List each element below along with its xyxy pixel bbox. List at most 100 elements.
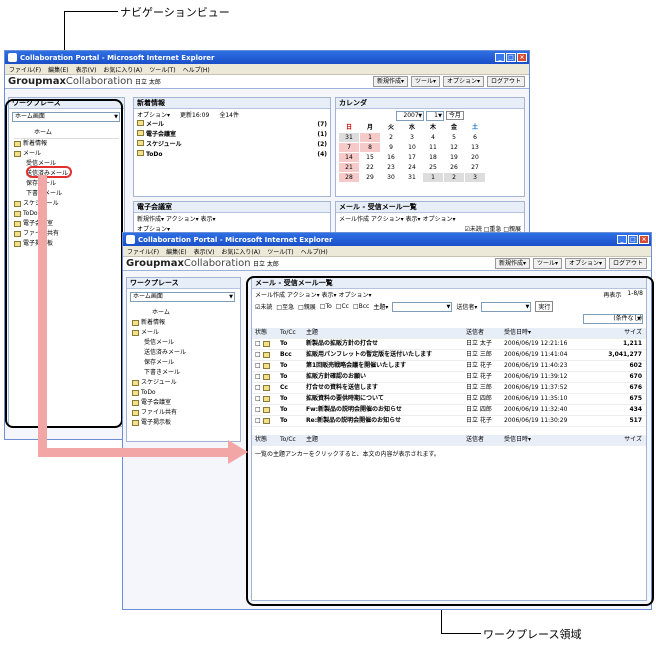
close-button[interactable]: × (639, 235, 649, 244)
calendar-day[interactable]: 19 (443, 151, 465, 163)
mail-mini-toolbar[interactable]: メール作成 アクション▾ 表示▾ オプション▾ (336, 213, 524, 224)
nav-conference[interactable]: 電子会議室 (132, 398, 235, 408)
calendar-day[interactable]: 23 (380, 161, 402, 173)
home-select[interactable]: ホーム画面 (130, 292, 235, 302)
year-select[interactable]: 2007 (396, 111, 425, 121)
this-month-button[interactable]: 今月 (445, 111, 464, 120)
menu-view[interactable]: 表示(V) (76, 65, 97, 74)
news-item[interactable]: メール (7) (137, 120, 327, 130)
calendar-day[interactable]: 2 (380, 131, 402, 143)
menu-tools[interactable]: ツール(T) (149, 65, 175, 74)
month-select[interactable]: 1 (425, 111, 444, 121)
news-icon (132, 319, 139, 326)
logo: GroupmaxCollaboration (126, 258, 251, 269)
menu-favorites[interactable]: お気に入り(A) (221, 247, 260, 256)
nav-sent[interactable]: 送信済みメール (132, 348, 235, 358)
option-button[interactable]: オプション▾ (564, 258, 606, 269)
calendar-day[interactable]: 3 (464, 171, 486, 183)
minimize-button[interactable]: _ (495, 53, 505, 62)
calendar-day[interactable]: 25 (422, 161, 444, 173)
calendar-day[interactable]: 11 (422, 141, 444, 153)
calendar-day[interactable]: 4 (422, 131, 444, 143)
logo: GroupmaxCollaboration (8, 76, 133, 87)
calendar-day[interactable]: 29 (359, 171, 381, 183)
nav-schedule[interactable]: スケジュール (132, 378, 235, 388)
nav-draft[interactable]: 下書きメール (132, 368, 235, 378)
calendar-day[interactable]: 9 (380, 141, 402, 153)
weekday-header: 月 (366, 124, 373, 132)
option-button[interactable]: オプション▾ (442, 76, 484, 87)
menu-edit[interactable]: 編集(E) (48, 65, 68, 74)
calendar-day[interactable]: 1 (359, 131, 381, 143)
calendar-day[interactable]: 14 (338, 151, 360, 163)
menu-edit[interactable]: 編集(E) (166, 247, 186, 256)
menu-favorites[interactable]: お気に入り(A) (103, 65, 142, 74)
nav-mail[interactable]: メール (132, 328, 235, 338)
calendar-day[interactable]: 21 (338, 161, 360, 173)
menu-file[interactable]: ファイル(F) (127, 247, 159, 256)
calendar-day[interactable]: 12 (443, 141, 465, 153)
minimize-button[interactable]: _ (617, 235, 627, 244)
calendar-day[interactable]: 28 (338, 171, 360, 183)
nav-saved[interactable]: 保存メール (132, 358, 235, 368)
ie-icon (126, 235, 135, 244)
calendar-day[interactable]: 26 (443, 161, 465, 173)
calendar-title: カレンダ (336, 98, 524, 109)
conference-toolbar[interactable]: 新規作成▾ アクション▾ 表示▾ (134, 213, 330, 224)
calendar-day[interactable]: 10 (401, 141, 423, 153)
calendar-day[interactable]: 7 (338, 141, 360, 153)
logout-button[interactable]: ログアウト (608, 258, 647, 269)
calendar-day[interactable]: 8 (359, 141, 381, 153)
calendar-day[interactable]: 17 (401, 151, 423, 163)
calendar-day[interactable]: 24 (401, 161, 423, 173)
menu-help[interactable]: ヘルプ(H) (301, 247, 328, 256)
calendar-day[interactable]: 13 (464, 141, 486, 153)
calendar-day[interactable]: 31 (401, 171, 423, 183)
tool-button[interactable]: ツール▾ (532, 258, 562, 269)
calendar-day[interactable]: 6 (464, 131, 486, 143)
nav-todo[interactable]: ToDo (132, 388, 235, 398)
menu-help[interactable]: ヘルプ(H) (183, 65, 210, 74)
nav-bbs[interactable]: 電子掲示板 (132, 418, 235, 428)
folder-icon (132, 409, 139, 416)
calendar-day[interactable]: 2 (443, 171, 465, 183)
menu-tools[interactable]: ツール(T) (267, 247, 293, 256)
arrow-shaft-horizontal (38, 448, 230, 457)
calendar-day[interactable]: 22 (359, 161, 381, 173)
calendar-day[interactable]: 20 (464, 151, 486, 163)
title-bar: Collaboration Portal - Microsoft Interne… (123, 233, 651, 246)
conference-icon (137, 130, 144, 136)
nav-news[interactable]: 新着情報 (132, 318, 235, 328)
news-item[interactable]: 電子会議室 (1) (137, 130, 327, 140)
todo-icon (137, 150, 144, 156)
maximize-button[interactable]: □ (506, 53, 516, 62)
tool-button[interactable]: ツール▾ (410, 76, 440, 87)
calendar-day[interactable]: 5 (443, 131, 465, 143)
portal-header: GroupmaxCollaboration 日立 太郎 新規作成▾ ツール▾ オプショ… (123, 257, 651, 271)
mail-icon (132, 329, 139, 336)
calendar-day[interactable]: 16 (380, 151, 402, 163)
calendar-day[interactable]: 18 (422, 151, 444, 163)
new-button[interactable]: 新規作成▾ (372, 76, 408, 87)
nav-file-share[interactable]: ファイル共有 (132, 408, 235, 418)
clock-icon (132, 379, 139, 386)
calendar-day[interactable]: 3 (401, 131, 423, 143)
new-button[interactable]: 新規作成▾ (494, 258, 530, 269)
menu-file[interactable]: ファイル(F) (9, 65, 41, 74)
nav-view-annotation: ナビゲーションビュー (120, 6, 230, 19)
news-option[interactable]: オプション▾ (137, 110, 170, 119)
news-item[interactable]: スケジュール (2) (137, 140, 327, 150)
logout-button[interactable]: ログアウト (486, 76, 525, 87)
nav-home[interactable]: ホーム (132, 308, 235, 318)
calendar-day[interactable]: 15 (359, 151, 381, 163)
close-button[interactable]: × (517, 53, 527, 62)
calendar-day[interactable]: 1 (422, 171, 444, 183)
calendar-grid: 日月火水木金土 31 1 2 3 4 5 6 7 8 9 10 11 12 13 14 15 16 17 18 19 20… (338, 122, 486, 183)
news-item[interactable]: ToDo (4) (137, 150, 327, 160)
menu-view[interactable]: 表示(V) (194, 247, 215, 256)
calendar-day[interactable]: 30 (380, 171, 402, 183)
calendar-day[interactable]: 27 (464, 161, 486, 173)
calendar-day[interactable]: 31 (338, 131, 360, 143)
nav-inbox[interactable]: 受信メール (132, 338, 235, 348)
maximize-button[interactable]: □ (628, 235, 638, 244)
